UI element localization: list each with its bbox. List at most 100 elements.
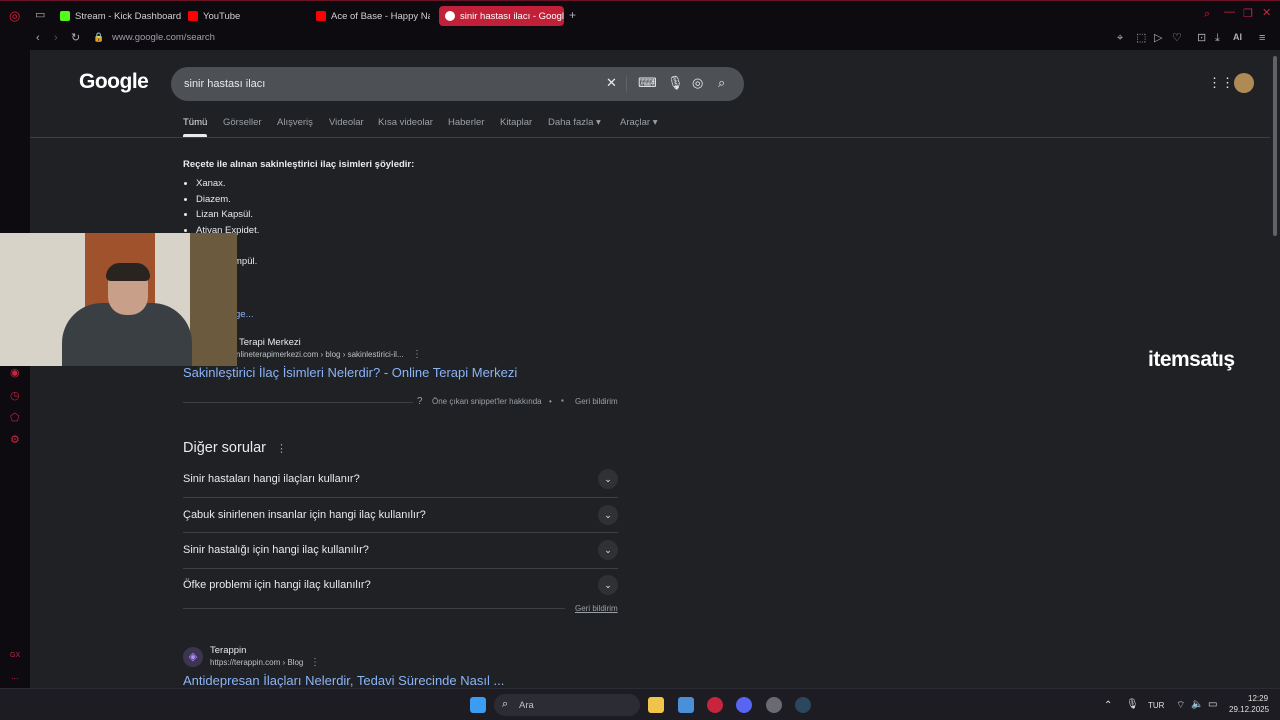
sidebar-history-icon[interactable]: ◷ (10, 391, 20, 402)
opera-logo-icon[interactable]: ◎ (9, 9, 20, 22)
paa-question-text: Öfke problemi için hangi ilaç kullanılır… (183, 579, 371, 591)
snapshot-icon[interactable]: ⬚ (1136, 33, 1146, 44)
tab-ace-of-base[interactable]: Ace of Base - Happy Natio (316, 6, 430, 26)
clock-time[interactable]: 12:29 (1248, 694, 1268, 703)
about-snippets-link[interactable]: Öne çıkan snippet'ler hakkında (432, 397, 542, 406)
new-tab-button[interactable]: + (569, 9, 576, 21)
tab-videolar[interactable]: Videolar (329, 117, 364, 128)
search-box[interactable]: sinir hastası ilacı ✕ ⌨ 🎙 ◎ ⌕ (171, 67, 744, 101)
tab-google-search[interactable]: sinir hastası ilacı - Google (439, 6, 564, 26)
search-icon[interactable]: ⌕ (718, 76, 725, 89)
maximize-icon[interactable]: ❐ (1243, 9, 1253, 20)
wallet-icon[interactable]: ⊡ (1197, 33, 1206, 44)
search-tabs-icon[interactable]: ⌕ (1204, 9, 1210, 20)
paa-question[interactable]: Sinir hastalığı için hangi ilaç kullanıl… (183, 540, 618, 560)
sidebar-more-icon[interactable]: ... (11, 672, 19, 681)
battery-icon[interactable]: ▭ (1208, 699, 1217, 710)
scrollbar-thumb[interactable] (1273, 56, 1277, 236)
back-icon[interactable]: ‹ (36, 33, 40, 44)
sidebar-player-icon[interactable]: ◉ (10, 368, 20, 379)
windows-start-icon[interactable] (470, 697, 486, 713)
close-icon[interactable]: ✕ (1262, 8, 1271, 19)
paa-question[interactable]: Sinir hastaları hangi ilaçları kullanır?… (183, 469, 618, 489)
player-icon[interactable]: ▷ (1154, 33, 1162, 44)
tab-kisa-videolar[interactable]: Kısa videolar (378, 117, 433, 128)
tab-label: YouTube (203, 10, 241, 22)
chevron-down-icon[interactable]: ⌄ (598, 469, 618, 489)
snippet-title: Reçete ile alınan sakinleştirici ilaç is… (183, 159, 415, 170)
paa-question[interactable]: Çabuk sinirlenen insanlar için hangi ila… (183, 505, 618, 525)
keyboard-icon[interactable]: ⌨ (638, 76, 657, 89)
gx-label[interactable]: GX (10, 652, 20, 659)
tab-haberler[interactable]: Haberler (448, 117, 484, 128)
workspaces-icon[interactable]: ▭ (35, 10, 45, 21)
youtube-icon (188, 11, 198, 21)
source-name: Terapi Merkezi (239, 337, 301, 348)
avatar[interactable] (1234, 73, 1254, 93)
sidebar-settings-icon[interactable]: ⚙ (10, 435, 20, 446)
minimize-icon[interactable]: — (1224, 7, 1235, 18)
forward-icon[interactable]: › (54, 33, 58, 44)
tab-label: sinir hastası ilacı - Google (460, 10, 564, 22)
file-explorer-icon[interactable] (648, 697, 664, 713)
source-url[interactable]: nlineterapimerkezi.com › blog › sakinles… (236, 350, 404, 359)
help-icon[interactable]: ? (417, 396, 423, 407)
result-link-2[interactable]: Antidepresan İlaçları Nelerdir, Tedavi S… (183, 673, 504, 688)
pin-icon[interactable]: ⌖ (1117, 33, 1123, 44)
search-input[interactable]: sinir hastası ilacı (184, 78, 265, 90)
divider (183, 608, 565, 609)
tab-tumu[interactable]: Tümü (183, 117, 208, 137)
wifi-icon[interactable]: ⌔ (1176, 699, 1185, 712)
paa-options-icon[interactable]: ⋮ (276, 442, 287, 455)
more-options-icon[interactable]: ⋮ (412, 349, 422, 360)
steam-icon[interactable] (795, 697, 811, 713)
microphone-tray-icon[interactable]: 🎙 (1126, 699, 1139, 710)
heart-icon[interactable]: ♡ (1172, 33, 1182, 44)
taskbar-search[interactable]: ⌕ Ara (494, 694, 640, 716)
tray-chevron-icon[interactable]: ⌃ (1104, 700, 1112, 711)
download-icon[interactable]: ⤓ (1215, 33, 1220, 44)
paa-question[interactable]: Öfke problemi için hangi ilaç kullanılır… (183, 575, 618, 595)
tab-alisveris[interactable]: Alışveriş (277, 117, 313, 128)
store-icon[interactable] (678, 697, 694, 713)
paa-feedback-link[interactable]: Geri bildirim (575, 604, 618, 613)
source-url[interactable]: https://terappin.com › Blog (210, 658, 303, 667)
search-icon: ⌕ (502, 698, 509, 710)
chevron-down-icon[interactable]: ⌄ (598, 575, 618, 595)
reload-icon[interactable]: ↻ (71, 33, 80, 44)
recorder-icon[interactable] (766, 697, 782, 713)
discord-icon[interactable] (736, 697, 752, 713)
tab-araclar[interactable]: Araçlar ▾ (620, 117, 658, 128)
google-logo[interactable]: Google (79, 70, 149, 94)
menu-icon[interactable]: ≡ (1259, 33, 1265, 44)
tab-label: Ace of Base - Happy Natio (331, 10, 430, 22)
paa-question-text: Sinir hastaları hangi ilaçları kullanır? (183, 473, 360, 485)
nav-divider (30, 137, 1270, 138)
feedback-icon[interactable]: ▪ (561, 396, 564, 405)
scrollbar[interactable] (1270, 50, 1280, 688)
tab-kick[interactable]: Stream - Kick Dashboard (60, 6, 182, 26)
volume-icon[interactable]: 🔈 (1191, 699, 1203, 710)
lock-icon: 🔒 (93, 32, 105, 42)
chevron-down-icon[interactable]: ⌄ (598, 540, 618, 560)
tab-youtube[interactable]: YouTube (188, 6, 303, 26)
microphone-icon[interactable]: 🎙 (667, 76, 684, 89)
url-field[interactable]: www.google.com/search (112, 32, 215, 43)
result-link-1[interactable]: Sakinleştirici İlaç İsimleri Nelerdir? -… (183, 365, 517, 380)
feedback-link[interactable]: Geri bildirim (575, 397, 618, 406)
google-results-page: Google sinir hastası ilacı ✕ ⌨ 🎙 ◎ ⌕ ⋮⋮ … (30, 50, 1270, 688)
sidebar-extensions-icon[interactable]: ⬠ (10, 413, 20, 424)
lens-icon[interactable]: ◎ (692, 76, 703, 89)
apps-grid-icon[interactable]: ⋮⋮ (1208, 76, 1234, 89)
clear-icon[interactable]: ✕ (606, 76, 617, 89)
snippet-more-link[interactable]: ge... (235, 309, 254, 320)
aria-ai-icon[interactable]: AI (1233, 33, 1242, 42)
clock-date[interactable]: 29.12.2025 (1229, 705, 1269, 714)
language-indicator[interactable]: TUR (1148, 701, 1164, 710)
tab-kitaplar[interactable]: Kitaplar (500, 117, 532, 128)
tab-daha-fazla[interactable]: Daha fazla ▾ (548, 117, 601, 128)
more-options-icon[interactable]: ⋮ (310, 657, 320, 668)
tab-gorseller[interactable]: Görseller (223, 117, 262, 128)
opera-gx-icon[interactable] (707, 697, 723, 713)
chevron-down-icon[interactable]: ⌄ (598, 505, 618, 525)
